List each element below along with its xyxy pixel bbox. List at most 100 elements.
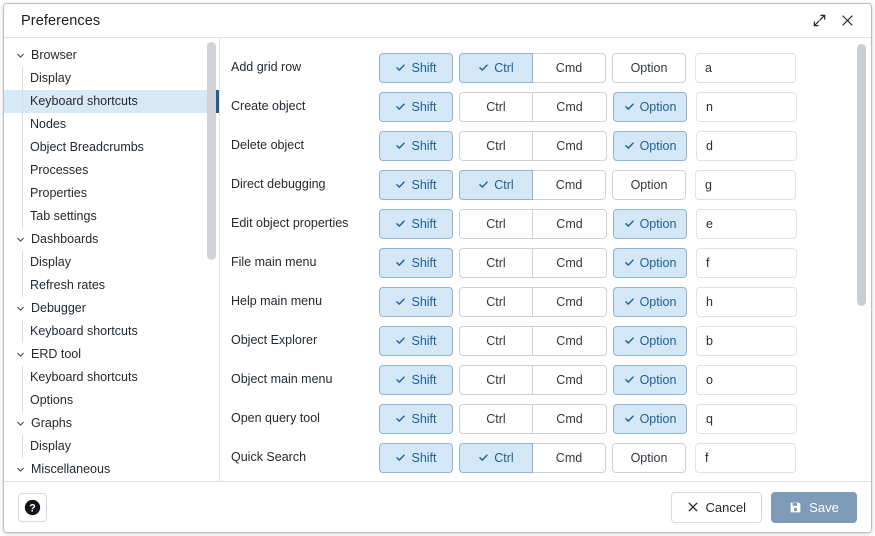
shortcut-action-label: Quick Search: [231, 449, 307, 464]
shortcut-controls: Shift Ctrl Cmd Option: [379, 208, 845, 239]
modifier-shift-toggle[interactable]: Shift: [379, 130, 453, 161]
modifier-shift-toggle[interactable]: Shift: [379, 325, 453, 356]
shortcut-key-input[interactable]: [695, 442, 796, 473]
sidebar-item-display[interactable]: Display: [4, 67, 219, 90]
sidebar-item-dashboards[interactable]: Dashboards: [4, 228, 219, 251]
sidebar-item-debugger[interactable]: Debugger: [4, 297, 219, 320]
shortcut-row: Quick Search Shift Ctrl Cmd Option: [220, 438, 871, 477]
shortcuts-scrollbar[interactable]: [856, 44, 867, 475]
shortcut-controls: Shift Ctrl Cmd Option: [379, 91, 845, 122]
modifier-option-toggle[interactable]: Option: [613, 208, 687, 239]
modifier-option-toggle[interactable]: Option: [613, 403, 687, 434]
modifier-shift-toggle[interactable]: Shift: [379, 52, 453, 83]
sidebar-item-miscellaneous[interactable]: Miscellaneous: [4, 458, 219, 481]
shortcut-key-input[interactable]: [696, 247, 797, 278]
modifier-ctrl-toggle[interactable]: Ctrl: [459, 169, 533, 200]
sidebar-item-keyboard-shortcuts[interactable]: Keyboard shortcuts: [4, 366, 219, 389]
sidebar-item-tab-settings[interactable]: Tab settings: [4, 205, 219, 228]
modifier-ctrl-toggle[interactable]: Ctrl: [459, 325, 533, 356]
shortcut-key-input[interactable]: [696, 130, 797, 161]
modifier-shift-toggle[interactable]: Shift: [379, 364, 453, 395]
shortcut-key-input[interactable]: [696, 403, 797, 434]
modifier-cmd-toggle[interactable]: Cmd: [532, 52, 606, 83]
modifier-shift-toggle[interactable]: Shift: [379, 442, 453, 473]
shortcuts-scrollbar-thumb[interactable]: [857, 44, 866, 306]
sidebar-scrollbar-thumb[interactable]: [207, 42, 216, 260]
shortcut-row: Help main menu Shift Ctrl Cmd Option: [220, 282, 871, 321]
sidebar-item-nodes[interactable]: Nodes: [4, 113, 219, 136]
modifier-shift-toggle[interactable]: Shift: [379, 247, 453, 278]
check-icon: [479, 454, 489, 461]
modifier-shift-toggle[interactable]: Shift: [379, 91, 453, 122]
shortcut-key-input[interactable]: [696, 208, 797, 239]
chevron-down-icon[interactable]: [12, 416, 28, 432]
shortcut-key-input[interactable]: [696, 91, 797, 122]
sidebar-item-keyboard-shortcuts[interactable]: Keyboard shortcuts: [4, 320, 219, 343]
sidebar-item-label: Nodes: [30, 117, 67, 132]
modifier-cmd-toggle[interactable]: Cmd: [533, 364, 607, 395]
shortcut-key-input[interactable]: [696, 364, 797, 395]
help-button[interactable]: ?: [18, 492, 47, 522]
save-button[interactable]: Save: [771, 491, 857, 523]
modifier-option-toggle[interactable]: Option: [613, 364, 687, 395]
ctrl-cmd-group: Ctrl Cmd: [459, 403, 607, 434]
modifier-ctrl-toggle[interactable]: Ctrl: [459, 247, 533, 278]
modifier-cmd-toggle[interactable]: Cmd: [533, 208, 607, 239]
modifier-shift-toggle[interactable]: Shift: [379, 169, 453, 200]
shortcut-key-input[interactable]: [695, 52, 796, 83]
close-icon[interactable]: [833, 8, 861, 34]
modifier-ctrl-toggle[interactable]: Ctrl: [459, 442, 533, 473]
sidebar-item-erd-tool[interactable]: ERD tool: [4, 343, 219, 366]
modifier-option-toggle[interactable]: Option: [613, 91, 687, 122]
chevron-down-icon[interactable]: [12, 301, 28, 317]
modifier-shift-toggle[interactable]: Shift: [379, 208, 453, 239]
modifier-option-toggle[interactable]: Option: [613, 247, 687, 278]
chevron-down-icon[interactable]: [12, 232, 28, 248]
modifier-ctrl-toggle[interactable]: Ctrl: [459, 403, 533, 434]
sidebar-item-properties[interactable]: Properties: [4, 182, 219, 205]
sidebar-item-options[interactable]: Options: [4, 389, 219, 412]
sidebar-item-keyboard-shortcuts[interactable]: Keyboard shortcuts: [4, 90, 219, 113]
sidebar-scrollbar[interactable]: [206, 42, 217, 477]
modifier-ctrl-toggle[interactable]: Ctrl: [459, 208, 533, 239]
chevron-down-icon[interactable]: [12, 462, 28, 478]
modifier-option-toggle[interactable]: Option: [612, 442, 686, 473]
modifier-shift-toggle[interactable]: Shift: [379, 403, 453, 434]
modifier-option-toggle[interactable]: Option: [612, 169, 686, 200]
modifier-ctrl-toggle[interactable]: Ctrl: [459, 364, 533, 395]
modifier-cmd-toggle[interactable]: Cmd: [533, 247, 607, 278]
modifier-option-toggle[interactable]: Option: [613, 286, 687, 317]
modifier-cmd-toggle[interactable]: Cmd: [533, 325, 607, 356]
modifier-cmd-toggle[interactable]: Cmd: [532, 169, 606, 200]
shortcut-controls: Shift Ctrl Cmd Option: [379, 52, 845, 83]
modifier-cmd-toggle[interactable]: Cmd: [532, 442, 606, 473]
modifier-shift-toggle[interactable]: Shift: [379, 286, 453, 317]
cancel-button[interactable]: Cancel: [670, 491, 762, 523]
modifier-ctrl-toggle[interactable]: Ctrl: [459, 91, 533, 122]
modifier-cmd-toggle[interactable]: Cmd: [533, 286, 607, 317]
modifier-ctrl-toggle[interactable]: Ctrl: [459, 130, 533, 161]
chevron-down-icon[interactable]: [12, 48, 28, 64]
shortcut-key-input[interactable]: [695, 169, 796, 200]
sidebar-item-browser[interactable]: Browser: [4, 44, 219, 67]
modifier-option-toggle[interactable]: Option: [612, 52, 686, 83]
modifier-ctrl-toggle[interactable]: Ctrl: [459, 286, 533, 317]
sidebar-item-refresh-rates[interactable]: Refresh rates: [4, 274, 219, 297]
modifier-cmd-toggle[interactable]: Cmd: [533, 403, 607, 434]
modifier-option-toggle[interactable]: Option: [613, 325, 687, 356]
chevron-down-icon[interactable]: [12, 347, 28, 363]
modifier-cmd-toggle[interactable]: Cmd: [533, 130, 607, 161]
modifier-option-label: Option: [639, 255, 677, 270]
shortcut-key-input[interactable]: [696, 286, 797, 317]
modifier-cmd-toggle[interactable]: Cmd: [533, 91, 607, 122]
sidebar-item-processes[interactable]: Processes: [4, 159, 219, 182]
modifier-cmd-label: Cmd: [555, 450, 583, 465]
modifier-ctrl-toggle[interactable]: Ctrl: [459, 52, 533, 83]
sidebar-item-object-breadcrumbs[interactable]: Object Breadcrumbs: [4, 136, 219, 159]
shortcut-key-input[interactable]: [696, 325, 797, 356]
sidebar-item-display[interactable]: Display: [4, 435, 219, 458]
modifier-option-toggle[interactable]: Option: [613, 130, 687, 161]
sidebar-item-graphs[interactable]: Graphs: [4, 412, 219, 435]
sidebar-item-display[interactable]: Display: [4, 251, 219, 274]
expand-icon[interactable]: [805, 8, 833, 34]
